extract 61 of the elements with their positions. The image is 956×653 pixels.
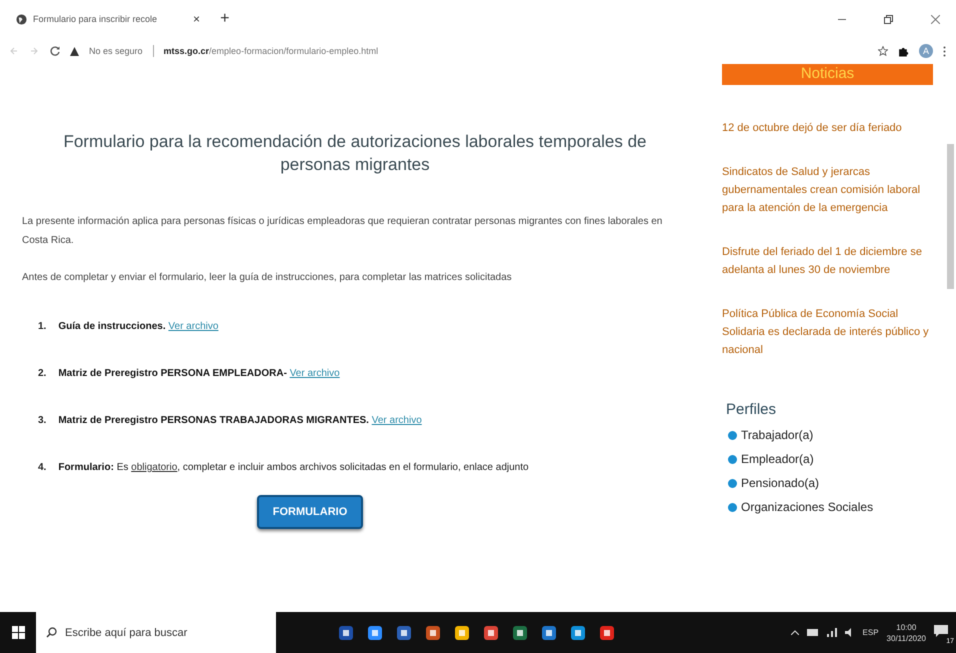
list-number: 2. bbox=[38, 368, 46, 379]
close-icon[interactable] bbox=[931, 14, 940, 24]
list-item-text: Matriz de Preregistro PERSONA EMPLEADORA- Ver archivo bbox=[58, 368, 340, 379]
intro-paragraph: Antes de completar y enviar el formulario, leer la guía de instrucciones, para completar las matrices solicitadas bbox=[22, 271, 513, 285]
list-number: 4. bbox=[38, 462, 46, 473]
file-link[interactable]: obligatorio bbox=[131, 462, 178, 473]
scrollbar-thumb[interactable] bbox=[947, 144, 954, 289]
news-header: Noticias bbox=[722, 64, 933, 85]
bullet-icon bbox=[728, 502, 737, 512]
app-icon[interactable] bbox=[338, 624, 354, 640]
search-icon bbox=[46, 627, 57, 638]
news-link[interactable]: Política Pública de Economía Social Solidaria es declarada de interés público y nacional bbox=[722, 305, 933, 359]
app-icon[interactable] bbox=[541, 624, 557, 640]
network-icon[interactable] bbox=[826, 628, 837, 637]
app-icon[interactable] bbox=[454, 624, 470, 640]
profile-link[interactable]: Pensionado(a) bbox=[741, 476, 820, 490]
bullet-icon bbox=[728, 430, 737, 440]
puzzle-icon[interactable] bbox=[898, 46, 909, 56]
app-icon[interactable] bbox=[425, 624, 441, 640]
app-icon[interactable] bbox=[483, 624, 499, 640]
app-icon[interactable] bbox=[367, 624, 383, 640]
profile-link[interactable]: Organizaciones Sociales bbox=[741, 500, 874, 514]
app-icon[interactable] bbox=[570, 624, 586, 640]
star-icon[interactable] bbox=[878, 46, 888, 56]
intro-paragraph: La presente información aplica para personas físicas o jurídicas empleadoras que requieran contratar personas migrantes con fines laborales en Costa Rica. bbox=[22, 215, 664, 248]
list-number: 3. bbox=[38, 415, 46, 426]
form-button[interactable]: FORMULARIO bbox=[256, 495, 364, 529]
windows-start-icon[interactable] bbox=[12, 626, 24, 639]
url-field[interactable]: mtss.go.cr/empleo-formacion/formulario-empleo.html bbox=[164, 46, 378, 56]
file-link[interactable]: Ver archivo bbox=[290, 368, 340, 379]
battery-icon[interactable] bbox=[806, 629, 819, 636]
warning-icon[interactable] bbox=[70, 46, 79, 56]
app-icon[interactable] bbox=[396, 624, 412, 640]
bullet-icon bbox=[728, 478, 737, 488]
list-item-text: Formulario: Es obligatorio, completar e incluir ambos archivos solicitadas en el formulario, enlace adjunto bbox=[58, 462, 529, 473]
app-icon[interactable] bbox=[599, 624, 615, 640]
news-link[interactable]: 12 de octubre dejó de ser día feriado bbox=[722, 119, 933, 137]
clock-date[interactable]: 30/11/2020 bbox=[886, 634, 926, 642]
file-link[interactable]: Ver archivo bbox=[168, 321, 218, 332]
news-link[interactable]: Disfrute del feriado del 1 de diciembre se adelanta al lunes 30 de noviembre bbox=[722, 243, 933, 279]
language-indicator[interactable]: ESP bbox=[862, 628, 879, 637]
news-link[interactable]: Sindicatos de Salud y jerarcas gubernamentales crean comisión laboral para la atención de la emergencia bbox=[722, 163, 933, 217]
app-icon[interactable] bbox=[512, 624, 528, 640]
page-title: Formulario para la recomendación de autorizaciones laborales temporales de personas migrantes bbox=[62, 131, 648, 176]
browser-tab[interactable]: Formulario para inscribir recole × bbox=[10, 8, 206, 30]
list-item-text: Guía de instrucciones. Ver archivo bbox=[58, 321, 218, 332]
clock-time[interactable]: 10:00 bbox=[896, 622, 916, 632]
restore-icon[interactable] bbox=[884, 14, 893, 24]
list-number: 1. bbox=[38, 321, 46, 332]
bullet-icon bbox=[728, 454, 737, 464]
profile-link[interactable]: Trabajador(a) bbox=[741, 428, 814, 442]
chevron-up-icon[interactable] bbox=[790, 630, 799, 635]
file-link[interactable]: Ver archivo bbox=[372, 415, 422, 426]
reload-icon[interactable] bbox=[50, 46, 60, 56]
profile-link[interactable]: Empleador(a) bbox=[741, 452, 814, 466]
profiles-heading: Perfiles bbox=[726, 401, 778, 418]
security-label[interactable]: No es seguro bbox=[89, 46, 143, 56]
taskbar-search-field[interactable]: Escribe aquí para buscar bbox=[36, 612, 276, 653]
new-tab-button[interactable]: + bbox=[216, 10, 234, 28]
menu-icon[interactable] bbox=[943, 46, 946, 56]
list-item-text: Matriz de Preregistro PERSONAS TRABAJADORAS MIGRANTES. Ver archivo bbox=[58, 415, 422, 426]
